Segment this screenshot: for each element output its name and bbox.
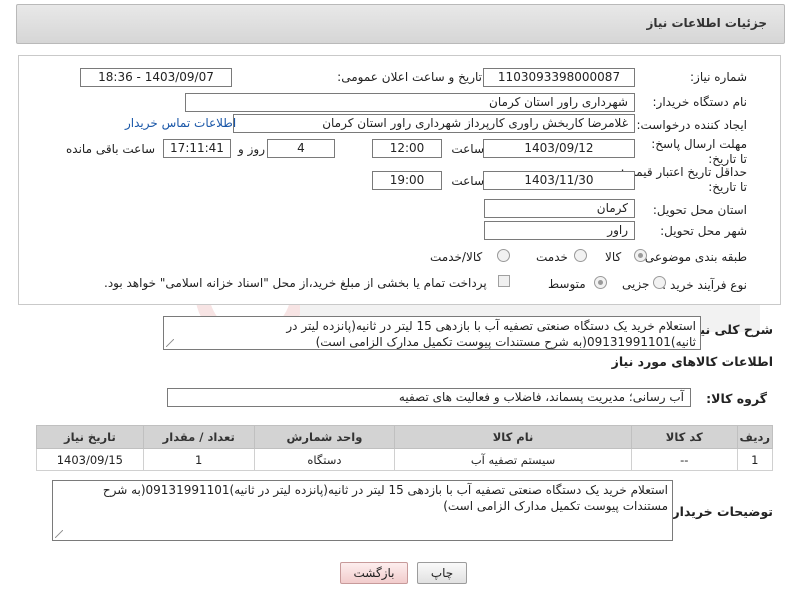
deadline-date-field[interactable]: 1403/09/12 [483, 139, 635, 158]
category-option-goods: کالا [605, 250, 622, 264]
cell-name: سیستم تصفیه آب [394, 448, 632, 471]
resize-handle-icon[interactable] [166, 339, 174, 347]
page-title: جزئیات اطلاعات نیاز [646, 16, 767, 30]
category-radio-goods-service[interactable] [497, 249, 510, 262]
need-number-label: شماره نیاز: [690, 70, 747, 84]
province-label: استان محل تحویل: [652, 203, 747, 217]
category-radio-service[interactable] [574, 249, 587, 262]
deadline-label: مهلت ارسال پاسخ: تا تاریخ: [651, 137, 747, 166]
buyer-desc-label: توضیحات خریدار: [667, 504, 773, 519]
days-label: روز و [238, 142, 265, 156]
treasury-payment-note: پرداخت تمام یا بخشی از مبلغ خرید،از محل … [104, 276, 487, 290]
process-option-minor: جزیی [622, 277, 650, 291]
goods-group-field[interactable]: آب رسانی؛ مدیریت پسماند، فاضلاب و فعالیت… [167, 388, 691, 407]
buyer-desc-field[interactable]: استعلام خرید یک دستگاه صنعتی تصفیه آب با… [52, 480, 673, 541]
col-row-header: ردیف [736, 425, 774, 449]
category-option-service: خدمت [536, 250, 568, 264]
cell-unit: دستگاه [253, 448, 396, 471]
remaining-time-field[interactable]: 17:11:41 [163, 139, 231, 158]
announce-date-field[interactable]: 1403/09/07 - 18:36 [80, 68, 232, 87]
province-field[interactable]: کرمان [484, 199, 635, 218]
items-table-header: ردیف کد کالا نام کالا واحد شمارش تعداد /… [36, 425, 774, 449]
deadline-time-label: ساعت [451, 142, 484, 156]
goods-section-title: اطلاعات کالاهای مورد نیاز [611, 354, 773, 369]
validity-label: حداقل تاریخ اعتبار قیمت: تا تاریخ: [620, 165, 747, 194]
items-table: ردیف کد کالا نام کالا واحد شمارش تعداد /… [36, 425, 774, 471]
general-desc-text: استعلام خرید یک دستگاه صنعتی تصفیه آب با… [286, 319, 696, 349]
process-radio-minor[interactable] [653, 276, 666, 289]
buyer-desc-text: استعلام خرید یک دستگاه صنعتی تصفیه آب با… [102, 483, 668, 513]
announce-date-label: تاریخ و ساعت اعلان عمومی: [337, 70, 482, 84]
print-button[interactable]: چاپ [417, 562, 467, 584]
need-number-field[interactable]: 1103093398000087 [483, 68, 635, 87]
col-date-header: تاریخ نیاز [36, 425, 144, 449]
validity-time-field[interactable]: 19:00 [372, 171, 442, 190]
cell-qty: 1 [142, 448, 255, 471]
col-name-header: نام کالا [394, 425, 632, 449]
deadline-time-field[interactable]: 12:00 [372, 139, 442, 158]
category-radio-goods[interactable] [634, 249, 647, 262]
process-radio-medium[interactable] [594, 276, 607, 289]
category-option-goods-service: کالا/خدمت [430, 250, 483, 264]
buyer-org-field[interactable]: شهرداری راور استان کرمان [185, 93, 635, 112]
cell-date: 1403/09/15 [36, 448, 144, 471]
buyer-contact-link[interactable]: اطلاعات تماس خریدار [125, 116, 236, 130]
cell-code: -- [630, 448, 738, 471]
process-label: نوع فرآیند خرید : [662, 278, 747, 292]
validity-time-label: ساعت [451, 174, 484, 188]
table-row[interactable]: 1 -- سیستم تصفیه آب دستگاه 1 1403/09/15 [36, 448, 774, 471]
buyer-org-label: نام دستگاه خریدار: [652, 95, 748, 109]
city-field[interactable]: راور [484, 221, 635, 240]
creator-field[interactable]: غلامرضا کاربخش راوری کارپرداز شهرداری را… [233, 114, 635, 133]
city-label: شهر محل تحویل: [660, 224, 747, 238]
validity-date-field[interactable]: 1403/11/30 [483, 171, 635, 190]
col-code-header: کد کالا [630, 425, 738, 449]
back-button[interactable]: بازگشت [340, 562, 408, 584]
days-remaining-field[interactable]: 4 [267, 139, 335, 158]
resize-handle-icon[interactable] [55, 530, 63, 538]
cell-row: 1 [736, 448, 774, 471]
goods-group-label: گروه کالا: [706, 391, 767, 406]
general-desc-field[interactable]: استعلام خرید یک دستگاه صنعتی تصفیه آب با… [163, 316, 701, 350]
treasury-payment-checkbox[interactable] [498, 275, 510, 287]
process-option-medium: متوسط [548, 277, 586, 291]
creator-label: ایجاد کننده درخواست: [636, 118, 747, 132]
category-label: طبقه بندی موضوعی: [640, 250, 747, 264]
col-qty-header: تعداد / مقدار [142, 425, 255, 449]
remaining-time-label: ساعت باقی مانده [66, 142, 156, 156]
col-unit-header: واحد شمارش [253, 425, 396, 449]
